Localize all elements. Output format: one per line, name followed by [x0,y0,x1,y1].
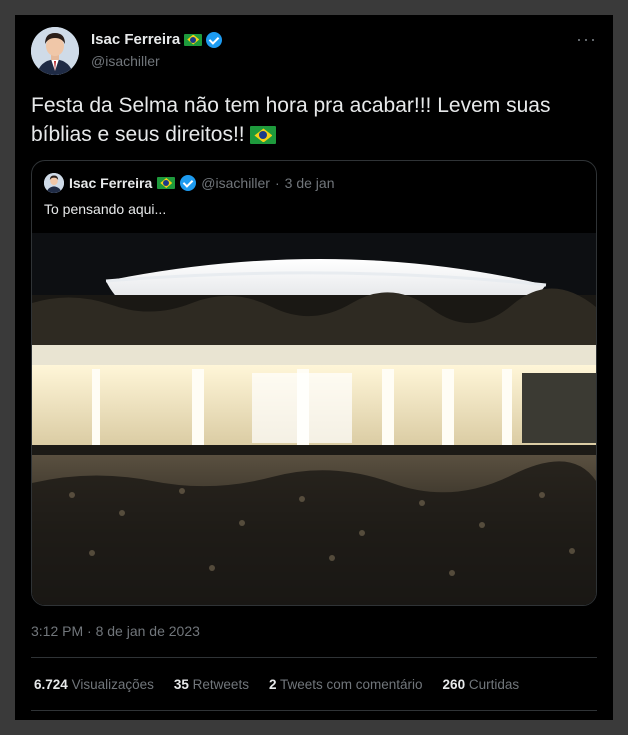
quoted-header: Isac Ferreira @isachiller · 3 de jan [44,173,334,193]
divider-bottom [31,710,597,711]
quoted-author-name: Isac Ferreira [69,175,153,191]
more-icon[interactable]: ··· [576,29,597,50]
divider-top [31,657,597,658]
quotes-stat[interactable]: 2 Tweets com comentário [269,677,423,692]
quoted-text: To pensando aqui... [44,201,167,217]
views-label: Visualizações [71,677,154,692]
quoted-photo[interactable] [32,233,596,605]
quoted-avatar-portrait [44,173,64,193]
retweets-label: Retweets [192,677,249,692]
retweets-count: 35 [173,677,189,692]
likes-label: Curtidas [468,677,520,692]
author-avatar[interactable] [31,27,79,75]
retweets-stat[interactable]: 35 Retweets [174,677,249,692]
author-handle[interactable]: @isachiller [91,53,160,69]
quoted-date: 3 de jan [284,175,335,191]
author-name[interactable]: Isac Ferreira [91,31,180,48]
verified-badge-icon [206,31,223,48]
avatar-portrait [31,27,79,75]
tweet-text-body: Festa da Selma não tem hora pra acabar!!… [31,94,551,146]
tweet-text: Festa da Selma não tem hora pra acabar!!… [31,91,601,149]
author-name-row: Isac Ferreira [91,31,223,48]
brazil-flag-icon [157,177,176,189]
quoted-avatar [44,173,64,193]
tweet-card: Isac Ferreira @isachiller ··· Festa da S… [15,15,613,720]
likes-count: 260 [442,677,466,692]
tweet-timestamp[interactable]: 3:12 PM · 8 de jan de 2023 [31,623,200,639]
tweet-stats: 6.724 Visualizações 35 Retweets 2 Tweets… [34,677,519,692]
quoted-separator: · [274,175,280,191]
quoted-tweet[interactable]: Isac Ferreira @isachiller · 3 de jan To … [31,160,597,606]
quoted-author-handle: @isachiller [201,175,270,191]
views-count: 6.724 [34,677,68,692]
brazil-flag-icon [250,126,277,145]
views-stat[interactable]: 6.724 Visualizações [34,677,154,692]
verified-badge-icon [180,175,197,191]
quotes-count: 2 [268,677,277,692]
quotes-label: Tweets com comentário [279,677,423,692]
brazil-flag-icon [184,33,203,46]
likes-stat[interactable]: 260 Curtidas [443,677,520,692]
